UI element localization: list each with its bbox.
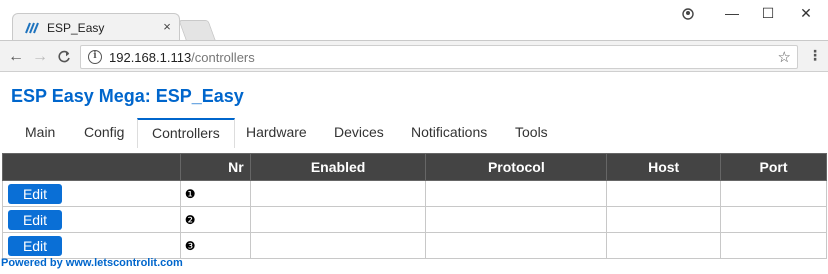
edit-button[interactable]: Edit <box>8 235 62 256</box>
column-header-protocol: Protocol <box>425 153 608 181</box>
port-cell <box>720 232 827 259</box>
page-title: ESP Easy Mega: ESP_Easy <box>11 86 244 106</box>
protocol-cell <box>425 180 608 207</box>
enabled-cell <box>249 206 427 233</box>
port-cell <box>720 180 827 207</box>
column-header-nr: Nr <box>179 153 251 181</box>
browser-menu-icon[interactable]: ⋮ <box>808 47 822 64</box>
column-header-action <box>2 153 181 181</box>
main-menu: Main Config Controllers Hardware Devices… <box>0 118 828 148</box>
protocol-cell <box>425 232 608 259</box>
nr-cell: ❸ <box>179 232 251 259</box>
site-info-icon[interactable]: i <box>88 50 102 64</box>
menu-item-controllers[interactable]: Controllers <box>137 118 235 148</box>
action-cell: Edit <box>2 232 181 259</box>
table-row: Edit ❸ <box>2 232 827 259</box>
tab-close-icon[interactable]: × <box>159 19 175 35</box>
address-bar[interactable]: i 192.168.1.113/controllers ☆ <box>80 45 798 69</box>
enabled-cell <box>249 232 427 259</box>
url-path: /controllers <box>191 50 255 65</box>
table-row: Edit ❶ <box>2 180 827 207</box>
host-cell <box>606 232 722 259</box>
column-header-port: Port <box>720 153 827 181</box>
nr-cell: ❷ <box>179 206 251 233</box>
port-cell <box>720 206 827 233</box>
url-text[interactable]: 192.168.1.113/controllers <box>109 50 255 65</box>
menu-item-notifications[interactable]: Notifications <box>397 118 501 148</box>
host-cell <box>606 206 722 233</box>
reload-icon[interactable] <box>54 47 74 67</box>
nr-cell: ❶ <box>179 180 251 207</box>
menu-item-devices[interactable]: Devices <box>320 118 398 148</box>
browser-tab[interactable]: ESP_Easy × <box>12 13 180 41</box>
menu-item-main[interactable]: Main <box>11 118 69 148</box>
enabled-cell <box>249 180 427 207</box>
menu-item-tools[interactable]: Tools <box>501 118 562 148</box>
new-tab-button[interactable] <box>178 20 216 40</box>
menu-item-hardware[interactable]: Hardware <box>232 118 321 148</box>
bookmark-star-icon[interactable]: ☆ <box>778 48 791 66</box>
column-header-enabled: Enabled <box>249 153 427 181</box>
browser-titlebar: ESP_Easy × — ☐ ✕ <box>0 0 828 41</box>
column-header-host: Host <box>606 153 722 181</box>
profile-icon[interactable] <box>668 0 708 26</box>
controllers-table: Nr Enabled Protocol Host Port Edit ❶ Edi… <box>2 153 827 259</box>
table-row: Edit ❷ <box>2 206 827 233</box>
host-cell <box>606 180 722 207</box>
menu-item-config[interactable]: Config <box>70 118 138 148</box>
forward-icon[interactable]: → <box>30 47 50 67</box>
window-close-icon[interactable]: ✕ <box>786 0 826 26</box>
tab-title: ESP_Easy <box>47 21 105 35</box>
maximize-icon[interactable]: ☐ <box>748 0 788 26</box>
action-cell: Edit <box>2 206 181 233</box>
edit-button[interactable]: Edit <box>8 183 62 204</box>
url-host: 192.168.1.113 <box>109 50 192 65</box>
back-icon[interactable]: ← <box>6 47 26 67</box>
footer-powered-by-link[interactable]: Powered by www.letscontrolit.com <box>1 257 183 269</box>
esp-easy-favicon-icon <box>25 22 39 34</box>
minimize-icon[interactable]: — <box>712 0 752 26</box>
protocol-cell <box>425 206 608 233</box>
browser-toolbar: ← → i 192.168.1.113/controllers ☆ ⋮ <box>0 40 828 72</box>
table-header-row: Nr Enabled Protocol Host Port <box>2 153 827 181</box>
edit-button[interactable]: Edit <box>8 209 62 230</box>
action-cell: Edit <box>2 180 181 207</box>
